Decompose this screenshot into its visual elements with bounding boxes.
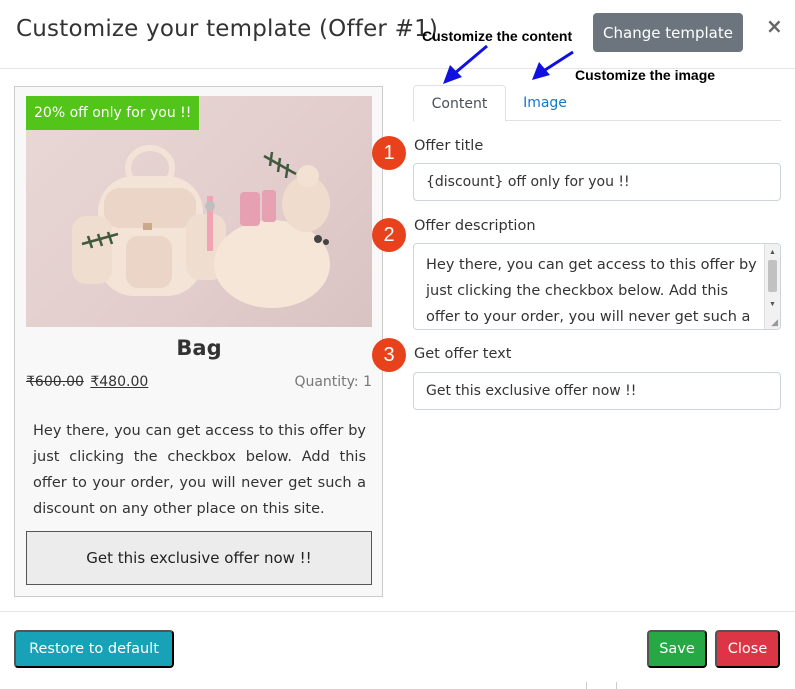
offer-title-input[interactable]: {discount} off only for you !! xyxy=(413,163,781,201)
change-template-button[interactable]: Change template xyxy=(593,13,743,52)
arrow-image-icon xyxy=(532,50,574,80)
scroll-up-icon[interactable]: ▲ xyxy=(765,246,780,258)
bottom-edge-tick xyxy=(616,682,617,689)
tab-content[interactable]: Content xyxy=(413,85,506,122)
save-button[interactable]: Save xyxy=(647,630,707,668)
step-1-badge: 1 xyxy=(372,136,406,170)
tab-image[interactable]: Image xyxy=(515,85,575,121)
resize-grip-icon[interactable]: ◢ xyxy=(771,317,778,328)
restore-default-button[interactable]: Restore to default xyxy=(14,630,174,668)
tab-bar: Content Image xyxy=(413,85,781,122)
product-name: Bag xyxy=(176,336,222,360)
scroll-down-icon[interactable]: ▼ xyxy=(765,298,780,310)
product-image xyxy=(26,96,372,327)
get-offer-input[interactable]: Get this exclusive offer now !! xyxy=(413,372,781,410)
preview-offer-button[interactable]: Get this exclusive offer now !! xyxy=(26,531,372,585)
offer-title-label: Offer title xyxy=(414,138,484,154)
offer-description-text: Hey there, you can get access to this of… xyxy=(426,257,757,325)
new-price[interactable]: ₹480.00 xyxy=(90,374,148,390)
arrow-content-icon xyxy=(443,44,488,84)
step-2-badge: 2 xyxy=(372,218,406,252)
offer-description-label: Offer description xyxy=(414,218,536,234)
old-price: ₹600.00 xyxy=(26,374,84,390)
close-button[interactable]: Close xyxy=(715,630,780,668)
preview-description: Hey there, you can get access to this of… xyxy=(33,423,366,517)
discount-badge: 20% off only for you !! xyxy=(26,96,200,130)
annotation-image-label: Customize the image xyxy=(575,67,716,83)
offer-description-textarea[interactable]: Hey there, you can get access to this of… xyxy=(413,243,781,330)
get-offer-label: Get offer text xyxy=(414,346,512,362)
price-row: ₹600.00 ₹480.00 Quantity: 1 xyxy=(26,374,372,390)
modal-title: Customize your template (Offer #1) xyxy=(16,16,439,42)
step-3-badge: 3 xyxy=(372,338,406,372)
scroll-thumb[interactable] xyxy=(768,260,777,292)
bag-illustration xyxy=(72,145,330,308)
annotation-content-label: Customize the content xyxy=(422,28,573,44)
close-icon[interactable]: × xyxy=(766,14,783,38)
bottom-edge-tick xyxy=(586,682,587,689)
quantity-label: Quantity: 1 xyxy=(294,374,372,390)
footer-divider xyxy=(0,611,795,612)
